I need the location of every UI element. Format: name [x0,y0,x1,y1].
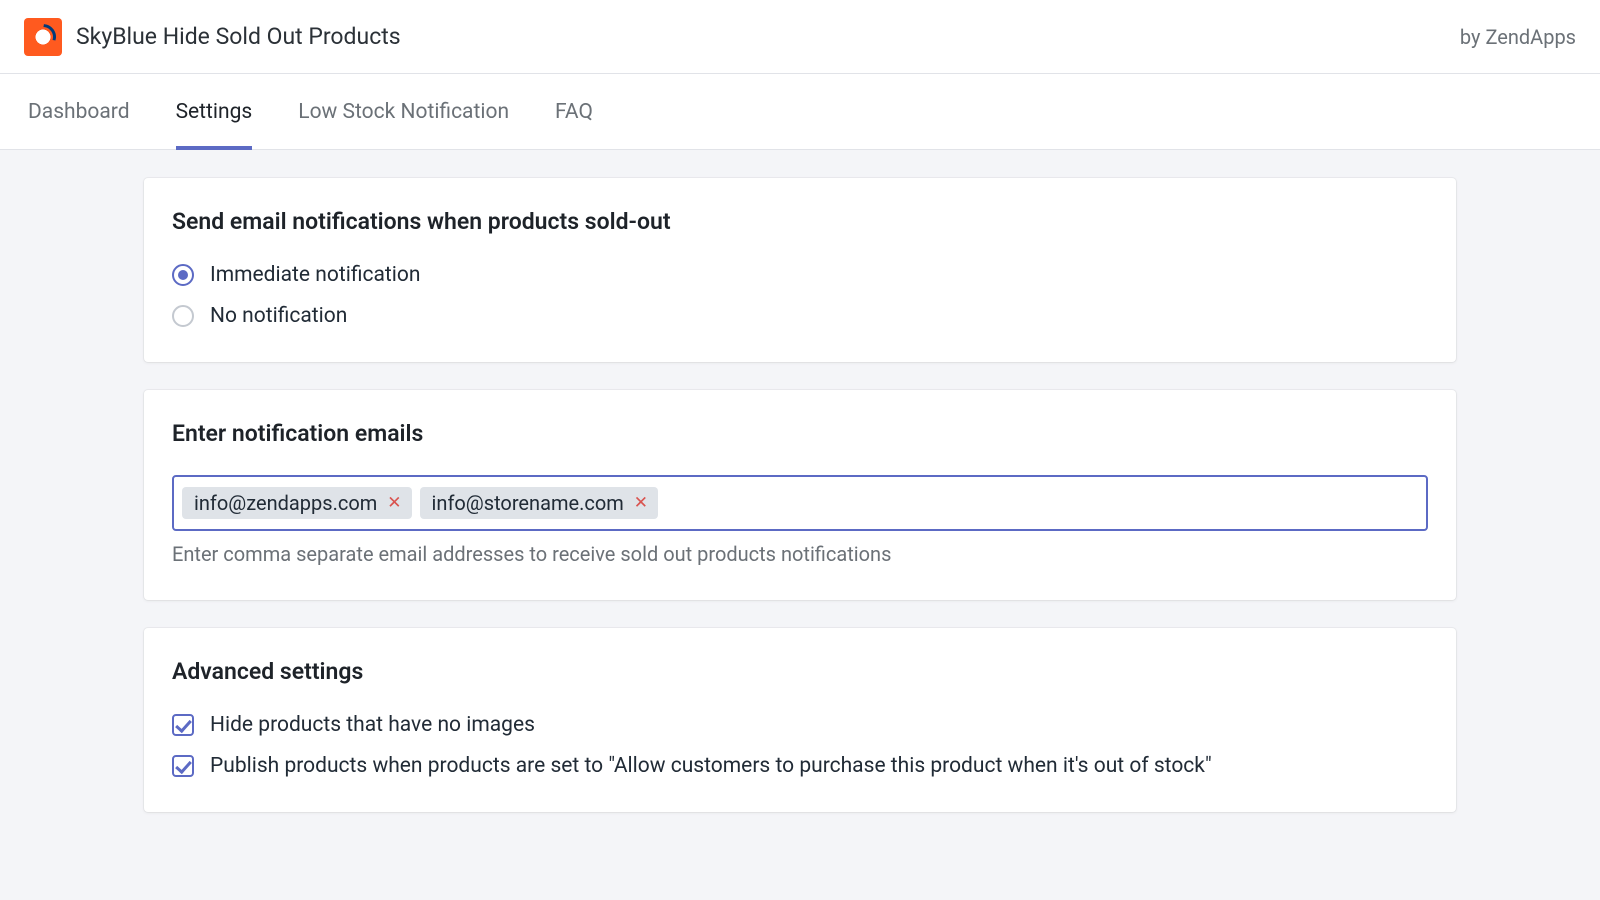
card-advanced-title: Advanced settings [172,658,1428,685]
card-advanced: Advanced settings Hide products that hav… [144,628,1456,812]
remove-tag-icon[interactable]: ✕ [634,495,648,512]
checkbox-icon [172,755,194,777]
email-tag-text: info@zendapps.com [194,491,377,515]
checkbox-publish-out-of-stock[interactable]: Publish products when products are set t… [172,754,1428,778]
email-tag-text: info@storename.com [432,491,624,515]
tab-faq[interactable]: FAQ [555,74,593,150]
checkbox-label: Hide products that have no images [210,713,535,737]
checkbox-icon [172,714,194,736]
card-emails-title: Enter notification emails [172,420,1428,447]
tab-dashboard[interactable]: Dashboard [28,74,130,150]
radio-no-notification[interactable]: No notification [172,304,1428,328]
advanced-checkbox-group: Hide products that have no images Publis… [172,713,1428,778]
app-header: SkyBlue Hide Sold Out Products by ZendAp… [0,0,1600,74]
radio-label: No notification [210,304,347,328]
email-tag: info@storename.com ✕ [420,487,659,519]
app-logo-icon [24,18,62,56]
radio-immediate-notification[interactable]: Immediate notification [172,263,1428,287]
radio-label: Immediate notification [210,263,420,287]
emails-help-text: Enter comma separate email addresses to … [172,542,1428,566]
header-left: SkyBlue Hide Sold Out Products [24,18,401,56]
checkbox-hide-no-images[interactable]: Hide products that have no images [172,713,1428,737]
radio-icon [172,305,194,327]
app-title: SkyBlue Hide Sold Out Products [76,23,401,50]
content-area: Send email notifications when products s… [0,150,1600,852]
card-emails: Enter notification emails info@zendapps.… [144,390,1456,600]
tab-bar: Dashboard Settings Low Stock Notificatio… [0,74,1600,150]
radio-icon [172,264,194,286]
emails-tag-input[interactable]: info@zendapps.com ✕ info@storename.com ✕ [172,475,1428,531]
notification-radio-group: Immediate notification No notification [172,263,1428,328]
checkbox-label: Publish products when products are set t… [210,754,1212,778]
vendor-label: by ZendApps [1460,25,1576,49]
tab-low-stock-notification[interactable]: Low Stock Notification [298,74,509,150]
card-notifications-title: Send email notifications when products s… [172,208,1428,235]
tab-settings[interactable]: Settings [176,74,253,150]
remove-tag-icon[interactable]: ✕ [387,495,401,512]
card-notifications: Send email notifications when products s… [144,178,1456,362]
email-tag: info@zendapps.com ✕ [182,487,412,519]
